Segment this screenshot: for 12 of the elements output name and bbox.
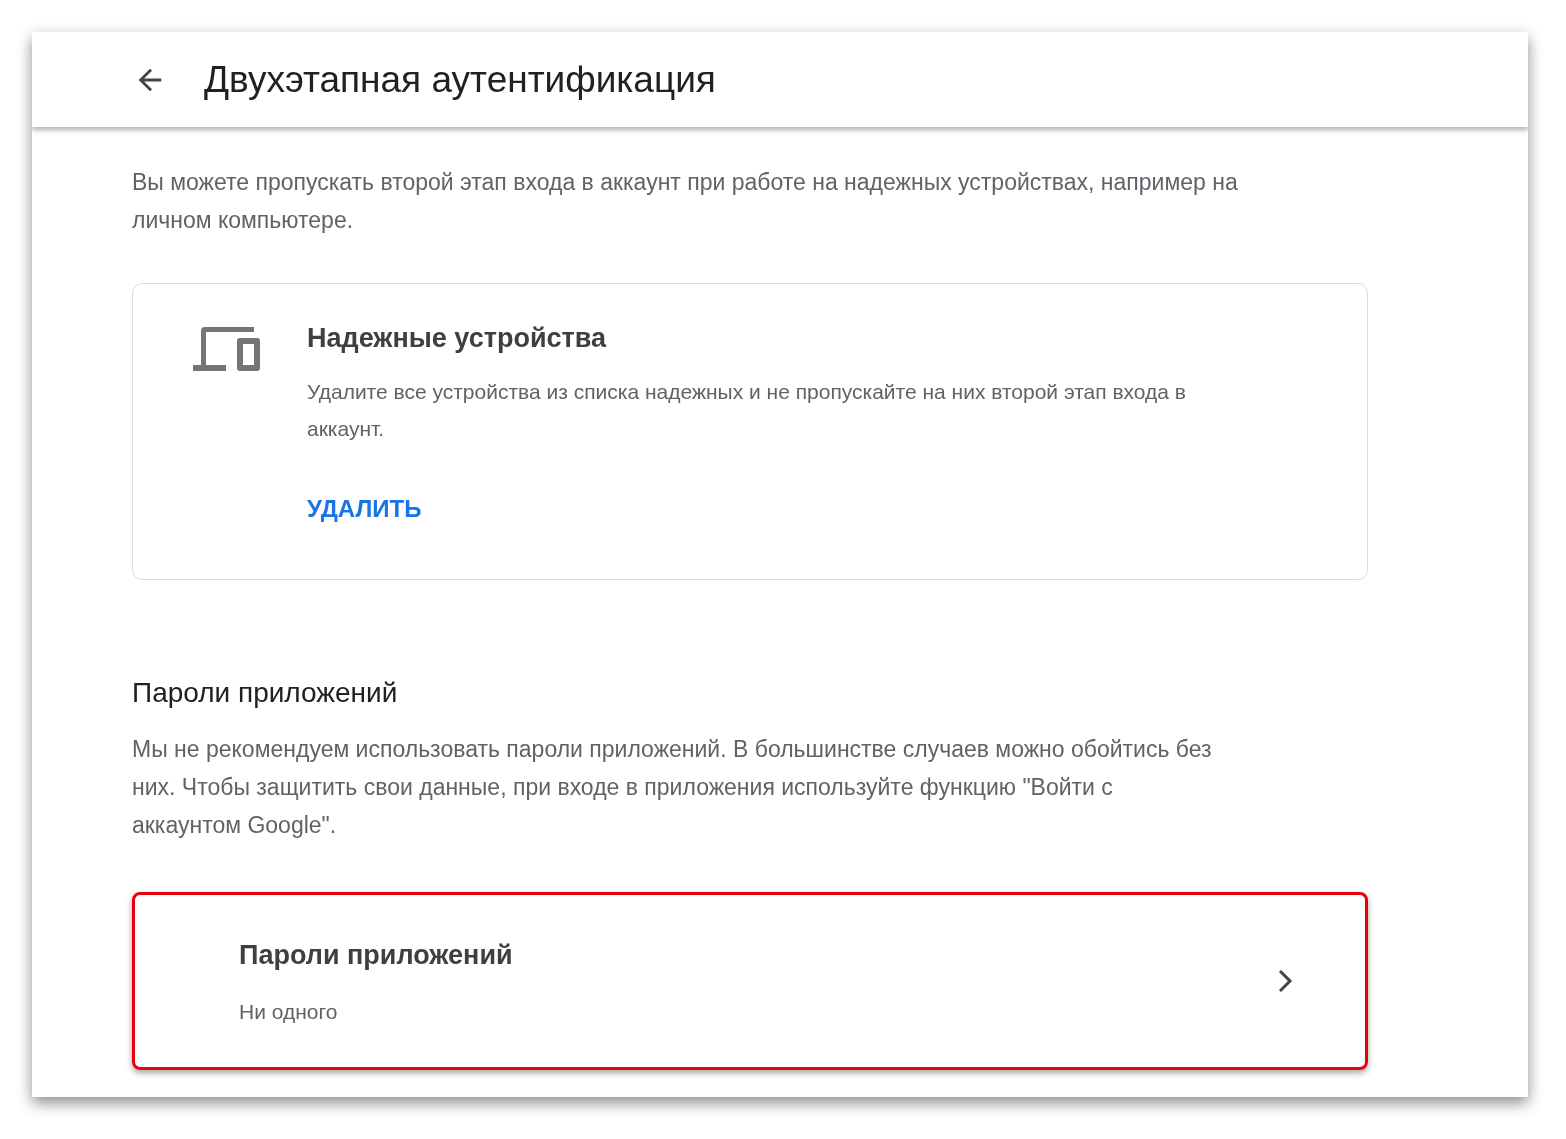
app-passwords-item[interactable]: Пароли приложений Ни одного <box>132 892 1368 1070</box>
delete-link[interactable]: УДАЛИТЬ <box>307 490 422 527</box>
section-description: Мы не рекомендуем использовать пароли приложений. В большинстве случаев можно обойтись без них. Чтобы защитить свои данные, при входе в приложения используйте функцию "Войти с аккаунтом Google". <box>132 735 1212 840</box>
item-subtitle: Ни одного <box>239 998 339 1025</box>
section-heading: Пароли приложений <box>132 676 399 710</box>
card-title: Надежные устройства <box>307 322 608 355</box>
page-title: Двухэтапная аутентификация <box>204 57 716 102</box>
devices-icon <box>193 325 261 373</box>
item-title: Пароли приложений <box>239 939 513 972</box>
section-description: Вы можете пропускать второй этап входа в аккаунт при работе на надежных устройствах, например на личном компьютере. <box>132 168 1239 235</box>
card-description: Удалите все устройства из списка надежных и не пропускайте на них второй этап входа в аккаунт. <box>307 378 1187 442</box>
chevron-right-icon <box>1277 969 1293 993</box>
